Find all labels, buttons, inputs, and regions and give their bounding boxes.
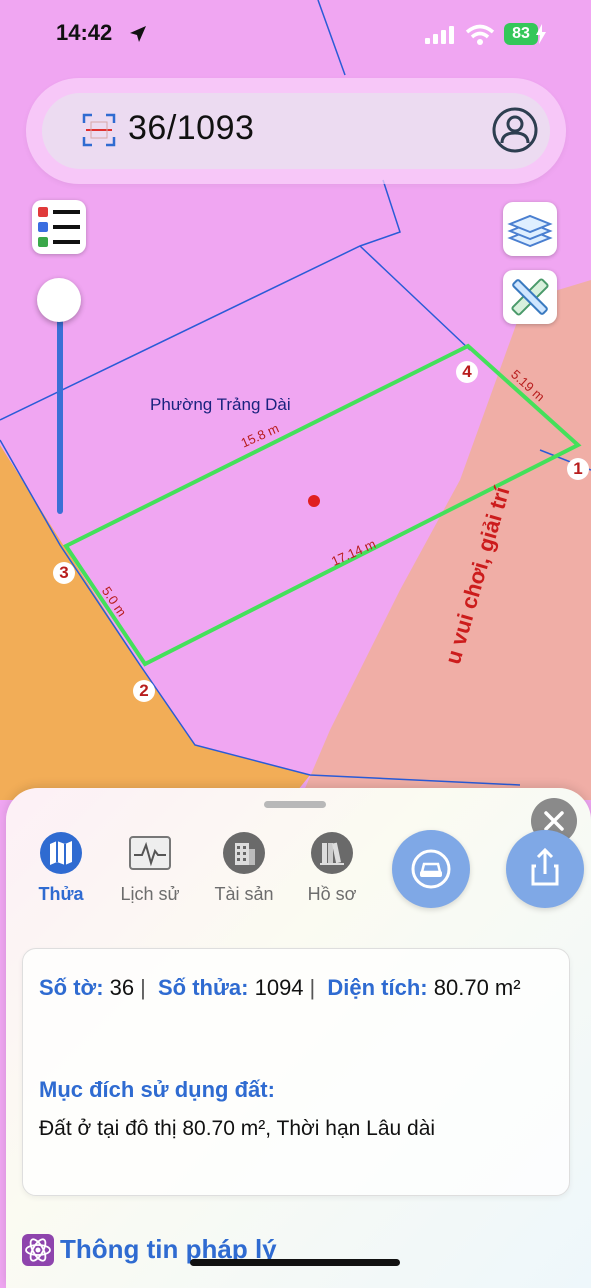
tab-ho-so[interactable]: Hồ sơ [287,830,377,905]
search-bar[interactable]: 36/1093 [42,93,550,169]
books-icon [311,832,353,874]
ward-label: Phường Trảng Dài [150,395,291,414]
layers-icon [507,214,553,248]
wifi-icon [465,24,495,45]
parcel-info-card: Số tờ: 36 | Số thửa: 1094 | Diện tích: 80.… [22,948,570,1196]
layers-button[interactable] [503,202,557,256]
location-arrow-icon [130,26,146,42]
point-marker-3: 3 [53,562,75,584]
clock: 14:42 [56,20,113,45]
dien-tich-value: 80.70 m² [433,975,521,1000]
point-marker-4: 4 [456,361,478,383]
signal-icon [425,26,454,44]
so-to-label: Số tờ: [39,975,104,1000]
user-profile-icon[interactable] [490,105,540,155]
status-bar: 14:42 83 [0,0,591,70]
sheet-grabber[interactable] [264,801,326,808]
point-marker-2: 2 [133,680,155,702]
land-use-purpose: Đất ở tại đô thị 80.70 m², Thời hạn Lâu … [39,1117,436,1140]
battery-level: 83 [504,23,538,45]
building-icon [223,832,265,874]
tab-label: Lịch sử [120,884,180,904]
point-marker-1: 1 [567,458,589,480]
tab-label: Hồ sơ [307,884,357,904]
parcel-summary: Số tờ: 36 | Số thửa: 1094 | Diện tích: 80.… [39,975,521,1000]
home-indicator [190,1259,400,1266]
dien-tich-label: Diện tích: [327,975,428,1000]
car-icon [411,849,451,889]
tab-thua[interactable]: Thửa [16,830,106,905]
qr-scan-icon[interactable] [82,113,116,147]
share-icon [531,847,559,886]
map-icon [40,832,82,874]
land-use-purpose-title: Mục đích sử dụng đất: [39,1077,275,1102]
zoom-slider-track[interactable] [57,300,63,514]
history-chart-icon [129,836,171,870]
tab-label: Tài sản [214,884,274,904]
legend-button[interactable] [32,200,86,254]
search-bar-container: 36/1093 [26,78,566,184]
parcel-info-sheet: Thửa Lịch sử Tài sản Hồ sơ Số tờ: 36 | S… [6,788,591,1288]
share-button[interactable] [506,830,584,908]
charging-bolt-icon [536,24,546,44]
parcel-center-dot [308,495,320,507]
so-thua-value: 1094 [254,975,304,1000]
legend-list-icon [38,207,80,247]
search-query[interactable]: 36/1093 [128,109,254,148]
tab-label: Thửa [38,884,84,904]
measure-button[interactable] [503,270,557,324]
ruler-pencil-icon [511,278,549,316]
directions-button[interactable] [392,830,470,908]
zoom-slider-handle[interactable] [37,278,81,322]
tab-tai-san[interactable]: Tài sản [199,830,289,905]
so-thua-label: Số thửa: [157,975,249,1000]
tab-lich-su[interactable]: Lịch sử [105,830,195,905]
so-to-value: 36 [109,975,135,1000]
atom-icon [22,1234,54,1266]
